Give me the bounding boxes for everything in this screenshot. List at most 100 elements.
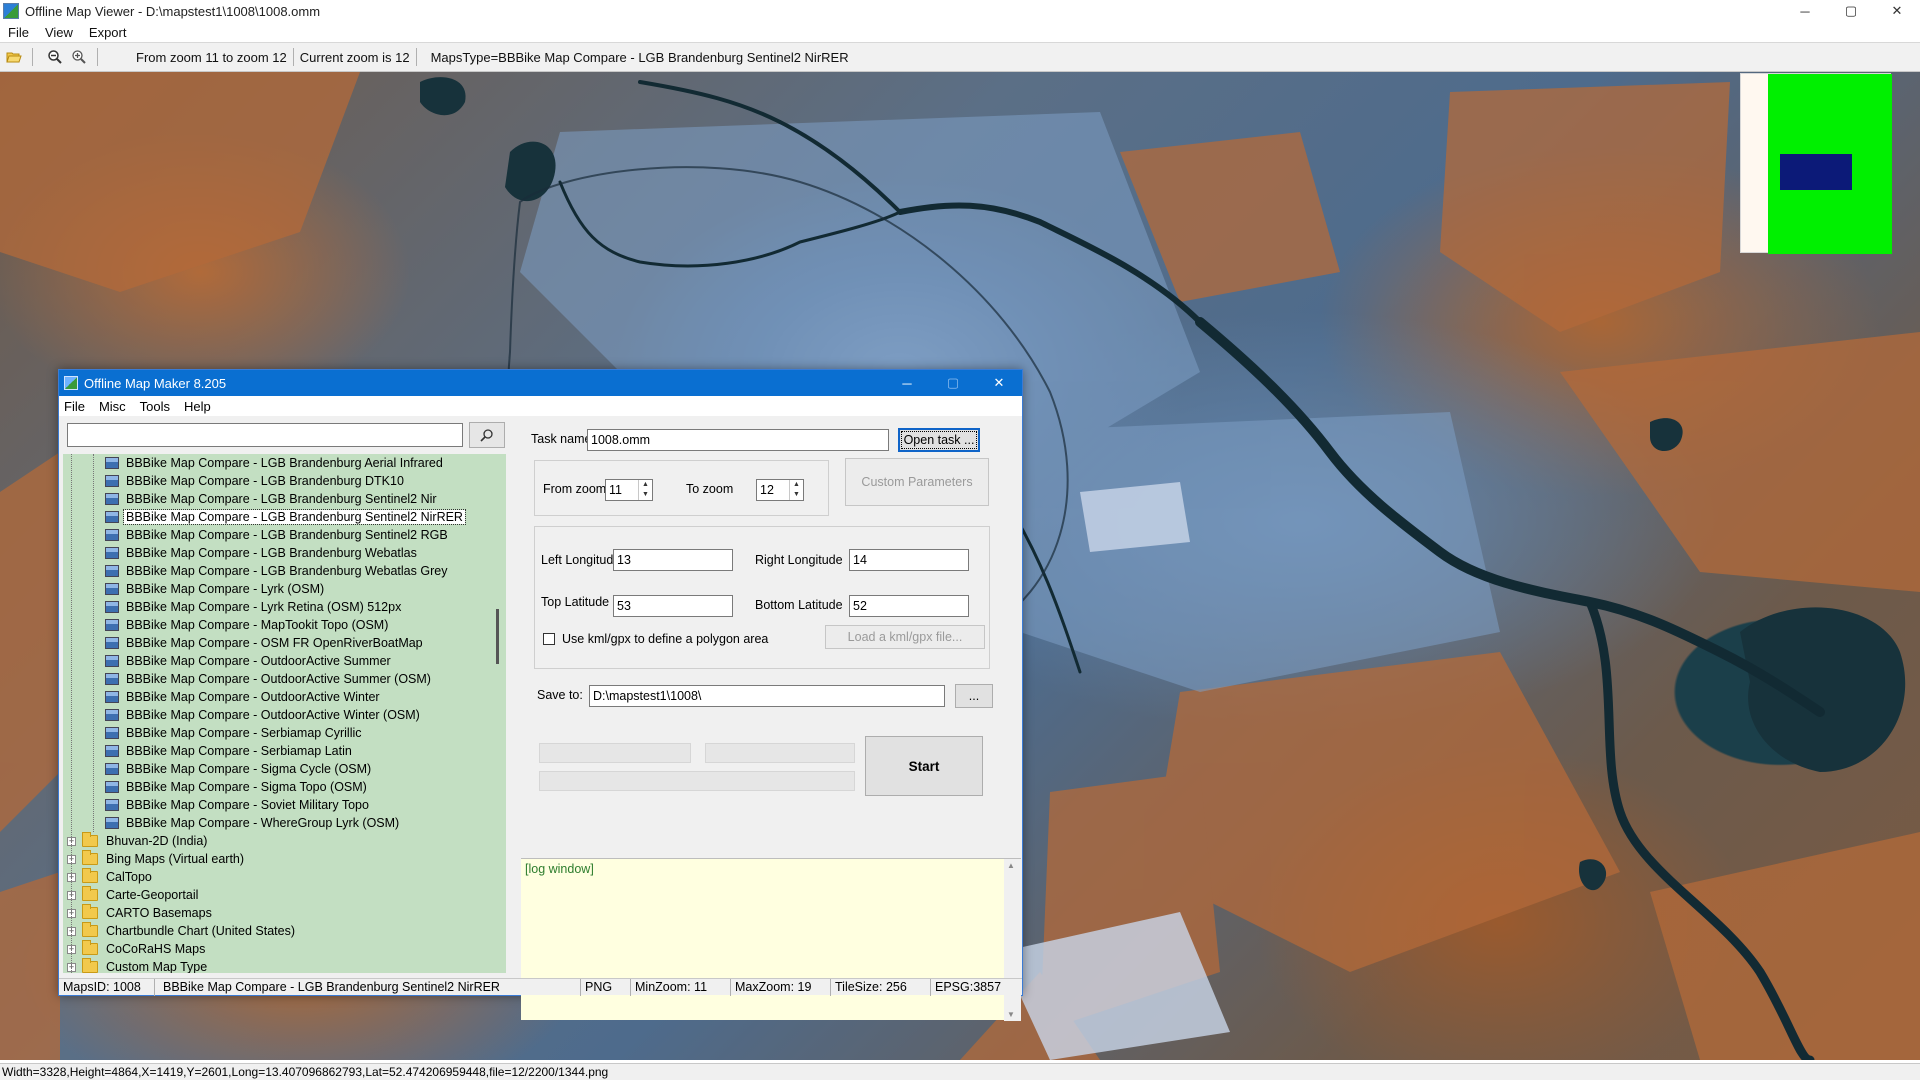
tree-item[interactable]: BBBike Map Compare - LGB Brandenburg Aer… [63,454,483,472]
zoom-in-icon[interactable] [69,47,89,67]
menu-export[interactable]: Export [89,25,127,40]
map-tile-icon [105,781,119,793]
zoom-range-text: From zoom 11 to zoom 12 [136,49,287,65]
tree-item[interactable]: BBBike Map Compare - LGB Brandenburg Sen… [63,508,483,526]
dialog-menu-tools[interactable]: Tools [140,399,170,414]
dialog-menu-file[interactable]: File [64,399,85,414]
map-tile-icon [105,691,119,703]
tree-connector-line [93,454,94,832]
tree-item[interactable]: BBBike Map Compare - Serbiamap Latin [63,742,483,760]
tree-folder[interactable]: + Carte-Geoportail [63,886,483,904]
map-tile-icon [105,583,119,595]
maximize-button[interactable]: ▢ [1828,0,1874,22]
open-folder-icon[interactable] [4,47,24,67]
status-epsg: EPSG:3857 [935,980,1002,994]
dialog-close-button[interactable]: ✕ [976,370,1022,396]
tree-item-label: BBBike Map Compare - LGB Brandenburg DTK… [126,474,404,488]
tree-item[interactable]: BBBike Map Compare - OutdoorActive Summe… [63,652,483,670]
close-button[interactable]: ✕ [1874,0,1920,22]
use-kml-label: Use kml/gpx to define a polygon area [562,632,769,646]
folder-icon [82,886,98,901]
scroll-up-icon[interactable]: ▲ [1007,861,1015,870]
log-window[interactable]: [log window] ▲ ▼ [521,858,1021,1021]
tree-item[interactable]: BBBike Map Compare - WhereGroup Lyrk (OS… [63,814,483,832]
tree-scrollbar[interactable] [489,454,506,973]
tree-scroll-thumb[interactable] [496,609,499,664]
search-input[interactable] [67,423,463,447]
tree-folder[interactable]: + Bhuvan-2D (India) [63,832,483,850]
menu-file[interactable]: File [8,25,29,40]
menu-view[interactable]: View [45,25,73,40]
tree-folder[interactable]: + CalTopo [63,868,483,886]
tree-item[interactable]: BBBike Map Compare - Lyrk Retina (OSM) 5… [63,598,483,616]
tree-folder[interactable]: + Chartbundle Chart (United States) [63,922,483,940]
log-text: [log window] [525,862,594,876]
open-task-button[interactable]: Open task ... [898,428,980,452]
tree-item[interactable]: BBBike Map Compare - LGB Brandenburg Web… [63,562,483,580]
search-button[interactable] [469,422,505,448]
custom-parameters-button[interactable]: Custom Parameters [845,458,989,506]
spinner-arrows-icon[interactable]: ▲ ▼ [789,480,803,500]
tree-item-label: BBBike Map Compare - OSM FR OpenRiverBoa… [126,636,423,650]
top-latitude-input[interactable]: 53 [613,595,733,617]
dialog-menu-misc[interactable]: Misc [99,399,126,414]
log-scrollbar[interactable]: ▲ ▼ [1004,859,1021,1021]
status-map-name: BBBike Map Compare - LGB Brandenburg Sen… [155,978,581,996]
to-zoom-spinner[interactable]: 12 ▲ ▼ [756,479,804,501]
tree-item[interactable]: BBBike Map Compare - OutdoorActive Winte… [63,688,483,706]
tree-item[interactable]: BBBike Map Compare - OSM FR OpenRiverBoa… [63,634,483,652]
tree-folder-label: CalTopo [106,870,152,884]
dialog-title: Offline Map Maker 8.205 [84,375,227,391]
tree-item[interactable]: BBBike Map Compare - LGB Brandenburg Web… [63,544,483,562]
from-zoom-spinner[interactable]: 11 ▲ ▼ [605,479,653,501]
scroll-down-icon[interactable]: ▼ [1007,1010,1015,1019]
zoom-out-icon[interactable] [45,47,65,67]
map-overview[interactable] [1740,73,1892,254]
dialog-controls: ─ ▢ ✕ [884,370,1022,396]
map-type-tree[interactable]: BBBike Map Compare - LGB Brandenburg Aer… [63,454,506,973]
tree-folder[interactable]: + CoCoRaHS Maps [63,940,483,958]
dialog-minimize-button[interactable]: ─ [884,370,930,396]
window-title: Offline Map Viewer - D:\mapstest1\1008\1… [25,3,321,19]
tree-item[interactable]: BBBike Map Compare - OutdoorActive Winte… [63,706,483,724]
tree-item[interactable]: BBBike Map Compare - LGB Brandenburg Sen… [63,526,483,544]
task-name-label: Task name [531,432,592,446]
tree-item[interactable]: BBBike Map Compare - Serbiamap Cyrillic [63,724,483,742]
dialog-maximize-button[interactable]: ▢ [930,370,976,396]
left-longitude-input[interactable]: 13 [613,549,733,571]
browse-button[interactable]: ... [955,684,993,708]
task-name-input[interactable]: 1008.omm [587,429,889,451]
tree-folder[interactable]: + CARTO Basemaps [63,904,483,922]
tree-item-label: BBBike Map Compare - OutdoorActive Winte… [126,690,380,704]
use-kml-checkbox[interactable] [543,633,555,645]
overview-viewport-rect[interactable] [1780,154,1852,190]
right-longitude-input[interactable]: 14 [849,549,969,571]
dialog-menu-help[interactable]: Help [184,399,211,414]
tree-item-label: BBBike Map Compare - LGB Brandenburg Sen… [126,492,437,506]
tree-item[interactable]: BBBike Map Compare - Soviet Military Top… [63,796,483,814]
minimize-button[interactable]: ─ [1782,0,1828,22]
spinner-arrows-icon[interactable]: ▲ ▼ [638,480,652,500]
tree-item[interactable]: BBBike Map Compare - MapTookit Topo (OSM… [63,616,483,634]
map-tile-icon [105,745,119,757]
tree-folder-label: Carte-Geoportail [106,888,199,902]
start-button[interactable]: Start [865,736,983,796]
tree-item[interactable]: BBBike Map Compare - LGB Brandenburg Sen… [63,490,483,508]
status-tile-size: TileSize: 256 [831,978,931,996]
tree-item[interactable]: BBBike Map Compare - OutdoorActive Summe… [63,670,483,688]
bottom-latitude-input[interactable]: 52 [849,595,969,617]
progress-bar-2 [705,743,855,763]
tree-item[interactable]: BBBike Map Compare - LGB Brandenburg DTK… [63,472,483,490]
tree-item[interactable]: BBBike Map Compare - Lyrk (OSM) [63,580,483,598]
tree-folder-label: Bhuvan-2D (India) [106,834,208,848]
save-to-input[interactable]: D:\mapstest1\1008\ [589,685,945,707]
tree-item[interactable]: BBBike Map Compare - Sigma Topo (OSM) [63,778,483,796]
load-kml-button[interactable]: Load a kml/gpx file... [825,625,985,649]
from-zoom-value: 11 [609,483,622,497]
dialog-titlebar[interactable]: Offline Map Maker 8.205 ─ ▢ ✕ [59,370,1022,396]
folder-icon [82,958,98,973]
dialog-status-bar: MapsID: 1008 BBBike Map Compare - LGB Br… [59,978,1022,996]
tree-folder[interactable]: + Bing Maps (Virtual earth) [63,850,483,868]
tree-item[interactable]: BBBike Map Compare - Sigma Cycle (OSM) [63,760,483,778]
tree-folder[interactable]: + Custom Map Type [63,958,483,973]
